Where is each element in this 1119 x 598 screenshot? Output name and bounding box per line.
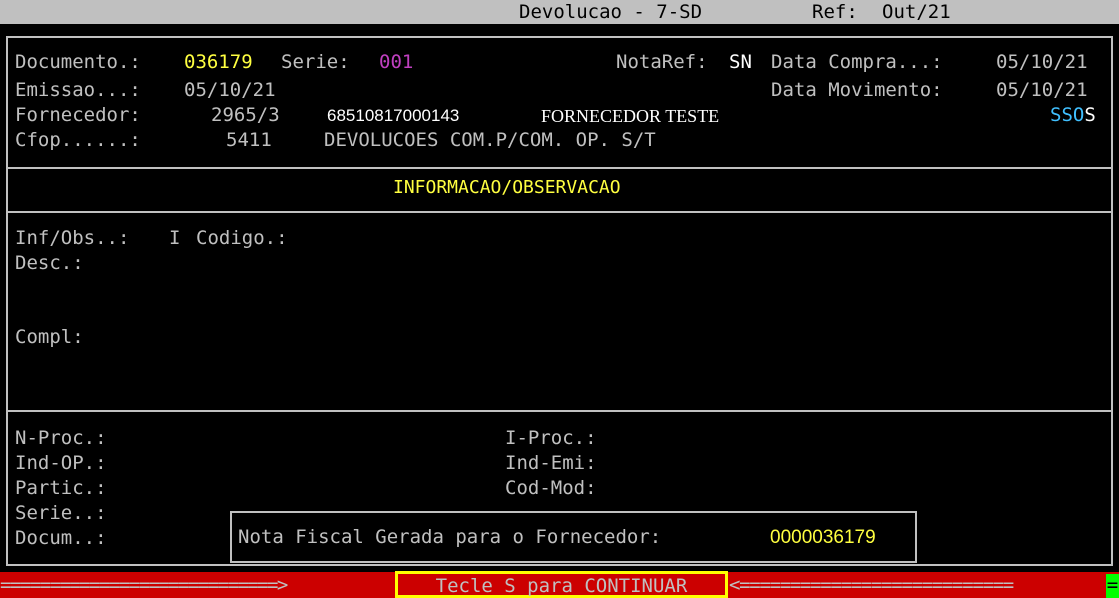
fornecedor-name: FORNECEDOR TESTE	[541, 106, 720, 126]
nota-fiscal-popup: Nota Fiscal Gerada para o Fornecedor: 00…	[230, 511, 917, 563]
ref-value: Out/21	[882, 1, 951, 23]
emissao-label: Emissao...:	[15, 79, 141, 101]
title-bar: Devolucao - 7-SD Ref: Out/21	[0, 0, 1119, 24]
codigo-label: Codigo.:	[196, 227, 288, 249]
notaref-field[interactable]: SN	[729, 51, 752, 73]
data-movimento-label: Data Movimento:	[771, 79, 943, 101]
documento-label: Documento.:	[15, 51, 141, 73]
cfop-label: Cfop......:	[15, 129, 141, 151]
flag-4: S	[1084, 104, 1096, 126]
ref-label: Ref:	[812, 1, 858, 23]
flag-3: O	[1072, 104, 1085, 126]
flag-1: S	[1050, 104, 1062, 126]
footer-left-arrow: ============================>	[0, 574, 288, 596]
infobs-field[interactable]: I	[169, 227, 180, 249]
cursor-block: =	[1106, 574, 1119, 598]
indop-label: Ind-OP.:	[15, 452, 107, 474]
footer-right-arrow: <===========================	[729, 574, 1014, 596]
indemi-label: Ind-Emi:	[505, 452, 597, 474]
notaref-label: NotaRef:	[616, 51, 708, 73]
docum-label: Docum..:	[15, 527, 107, 549]
info-section-title: INFORMACAO/OBSERVACAO	[393, 177, 621, 198]
screen-title: Devolucao - 7-SD	[519, 1, 703, 23]
status-flags: SSOS	[1050, 104, 1096, 126]
data-compra-field[interactable]: 05/10/21	[996, 51, 1088, 73]
desc-label: Desc.:	[15, 252, 84, 274]
infobs-label: Inf/Obs..:	[15, 227, 130, 249]
cfop-field[interactable]: 5411	[226, 129, 272, 151]
partic-label: Partic.:	[15, 477, 107, 499]
emissao-field[interactable]: 05/10/21	[184, 79, 276, 101]
documento-field[interactable]: 036179	[184, 51, 253, 73]
codmod-label: Cod-Mod:	[505, 477, 597, 499]
compl-label: Compl:	[15, 326, 84, 348]
data-compra-label: Data Compra...:	[771, 51, 943, 73]
popup-number: 0000036179	[770, 527, 876, 548]
data-movimento-field[interactable]: 05/10/21	[996, 79, 1088, 101]
iproc-label: I-Proc.:	[505, 427, 597, 449]
divider-info	[6, 211, 1113, 213]
serie-label: Serie:	[281, 51, 350, 73]
fornecedor-code-field[interactable]: 2965/3	[211, 104, 280, 126]
nproc-label: N-Proc.:	[15, 427, 107, 449]
cfop-description: DEVOLUCOES COM.P/COM. OP. S/T	[324, 129, 656, 151]
flag-2: S	[1061, 104, 1073, 126]
continue-prompt[interactable]: Tecle S para CONTINUAR	[395, 571, 728, 598]
serie-field[interactable]: 001	[379, 51, 413, 73]
divider-top	[6, 167, 1113, 169]
serie-proc-label: Serie..:	[15, 502, 107, 524]
popup-message: Nota Fiscal Gerada para o Fornecedor:	[238, 526, 662, 548]
fornecedor-cnpj: 68510817000143	[327, 106, 460, 125]
divider-process	[6, 410, 1113, 412]
fornecedor-label: Fornecedor:	[15, 104, 141, 126]
